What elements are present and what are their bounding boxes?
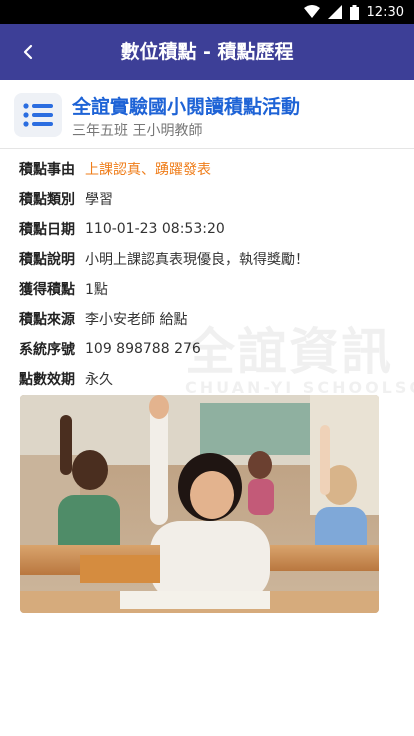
activity-header: 全誼實驗國小閱讀積點活動 三年五班 王小明教師 (0, 80, 414, 149)
detail-row-category: 積點類別 學習 (19, 184, 399, 214)
detail-value: 小明上課認真表現優良，執得獎勵！ (85, 252, 309, 268)
signal-icon (327, 5, 342, 19)
detail-value: 學習 (85, 192, 113, 208)
detail-label: 點數效期 (19, 372, 75, 388)
activity-title: 全誼實驗國小閱讀積點活動 (72, 96, 301, 118)
detail-label: 獲得積點 (19, 282, 75, 298)
detail-label: 系統序號 (19, 342, 75, 358)
detail-value: 永久 (85, 372, 113, 388)
point-details: 積點事由 上課認真、踴躍發表 積點類別 學習 積點日期 110-01-23 08… (19, 154, 399, 394)
back-button[interactable] (8, 32, 48, 72)
detail-row-serial: 系統序號 109 898788 276 (19, 334, 399, 364)
battery-icon (349, 4, 359, 20)
detail-label: 積點日期 (19, 222, 75, 238)
status-bar: 12:30 (0, 0, 414, 24)
detail-value: 上課認真、踴躍發表 (85, 162, 211, 178)
detail-row-points: 獲得積點 1點 (19, 274, 399, 304)
detail-label: 積點類別 (19, 192, 75, 208)
detail-label: 積點事由 (19, 162, 75, 178)
detail-label: 積點來源 (19, 312, 75, 328)
activity-icon-box (14, 93, 62, 137)
detail-value: 110-01-23 08:53:20 (85, 221, 225, 237)
detail-row-reason: 積點事由 上課認真、踴躍發表 (19, 154, 399, 184)
activity-photo (20, 395, 379, 613)
detail-row-description: 積點說明 小明上課認真表現優良，執得獎勵！ (19, 244, 399, 274)
detail-value: 李小安老師 給點 (85, 312, 188, 328)
app-bar: 數位積點 - 積點歷程 (0, 24, 414, 80)
chevron-left-icon (23, 44, 33, 60)
detail-value: 1點 (85, 282, 108, 298)
class-teacher: 三年五班 王小明教師 (72, 123, 203, 139)
wifi-icon (303, 5, 320, 18)
detail-value: 109 898788 276 (85, 341, 201, 357)
page-title: 數位積點 - 積點歷程 (120, 41, 294, 63)
status-icons: 12:30 (303, 0, 404, 24)
detail-row-validity: 點數效期 永久 (19, 364, 399, 394)
status-time: 12:30 (366, 4, 404, 20)
detail-row-date: 積點日期 110-01-23 08:53:20 (19, 214, 399, 244)
list-icon (23, 103, 53, 127)
detail-row-source: 積點來源 李小安老師 給點 (19, 304, 399, 334)
detail-label: 積點說明 (19, 252, 75, 268)
classroom-photo-illustration (20, 395, 379, 613)
